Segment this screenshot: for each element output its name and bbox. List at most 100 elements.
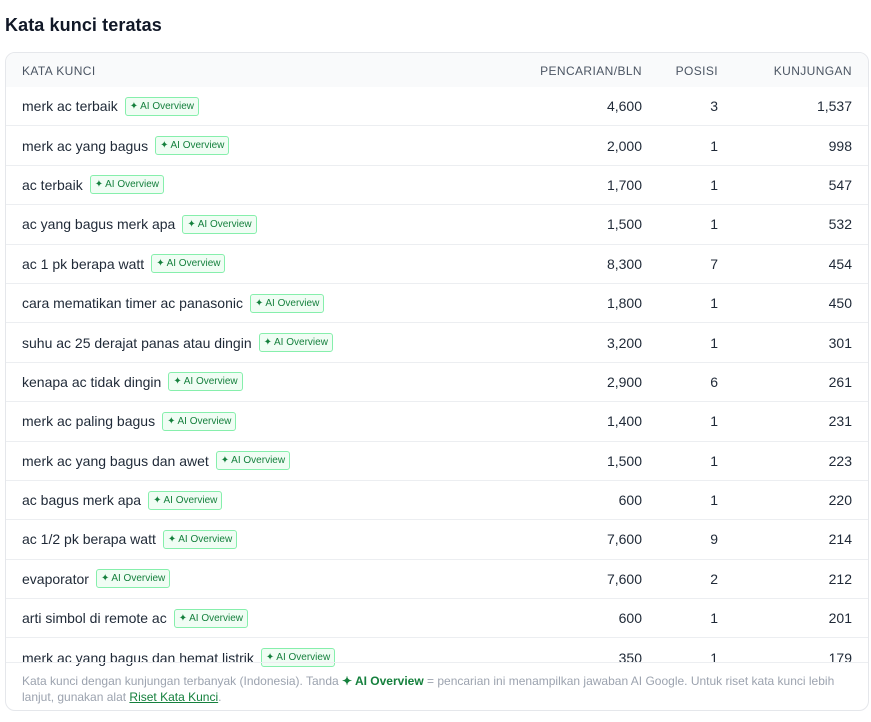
- table-footnote: Kata kunci dengan kunjungan terbanyak (I…: [6, 662, 868, 710]
- keyword-text[interactable]: suhu ac 25 derajat panas atau dingin: [22, 335, 252, 351]
- keyword-text[interactable]: evaporator: [22, 571, 89, 587]
- ai-overview-badge-label: AI Overview: [177, 415, 232, 427]
- keyword-cell: merk ac yang bagus dan awet ✦ AI Overview: [22, 442, 291, 480]
- ai-overview-badge: ✦ AI Overview: [168, 372, 243, 392]
- keyword-text[interactable]: ac 1/2 pk berapa watt: [22, 531, 156, 547]
- position-cell: 1: [710, 452, 718, 469]
- keyword-cell: ac 1/2 pk berapa watt ✦ AI Overview: [22, 520, 238, 558]
- searches-cell: 2,000: [606, 137, 642, 154]
- ai-overview-badge: ✦ AI Overview: [258, 333, 333, 353]
- visits-cell: 212: [828, 570, 852, 587]
- sparkle-icon: ✦: [255, 297, 264, 309]
- keyword-cell: ac 1 pk berapa watt ✦ AI Overview: [22, 245, 226, 283]
- keyword-text[interactable]: arti simbol di remote ac: [22, 610, 167, 626]
- keyword-cell: suhu ac 25 derajat panas atau dingin ✦ AI …: [22, 323, 333, 361]
- ai-overview-badge: ✦ AI Overview: [95, 569, 171, 589]
- footnote-text-before: Kata kunci dengan kunjungan terbanyak (I…: [22, 674, 343, 688]
- ai-overview-badge-label: AI Overview: [163, 494, 218, 506]
- table-row: cara mematikan timer ac panasonic ✦ AI Ove…: [6, 282, 868, 322]
- keyword-text[interactable]: merk ac yang bagus: [22, 138, 148, 154]
- table-row: merk ac paling bagus ✦ AI Overview 1,400 1 23…: [6, 401, 868, 440]
- visits-cell: 450: [828, 295, 852, 312]
- ai-overview-badge: ✦ AI Overview: [124, 96, 199, 116]
- keyword-text[interactable]: cara mematikan timer ac panasonic: [22, 295, 243, 311]
- position-cell: 1: [710, 610, 718, 627]
- visits-cell: 454: [828, 255, 852, 272]
- keyword-text[interactable]: ac terbaik: [22, 177, 83, 193]
- position-cell: 2: [710, 570, 718, 587]
- position-cell: 1: [710, 334, 718, 351]
- visits-cell: 1,537: [816, 98, 852, 115]
- visits-cell: 532: [828, 216, 852, 233]
- searches-cell: 2,900: [606, 373, 642, 390]
- keyword-text[interactable]: merk ac yang bagus dan awet: [22, 453, 209, 469]
- ai-overview-badge-label: AI Overview: [166, 258, 221, 270]
- keyword-cell: evaporator ✦ AI Overview: [22, 560, 171, 598]
- ai-overview-badge: ✦ AI Overview: [148, 490, 223, 510]
- searches-cell: 1,700: [606, 176, 642, 193]
- table-row: kenapa ac tidak dingin ✦ AI Overview 2,900 6…: [6, 361, 868, 401]
- keyword-text[interactable]: merk ac paling bagus: [22, 413, 155, 429]
- table-row: ac 1 pk berapa watt ✦ AI Overview 8,300 7 454: [6, 243, 868, 283]
- visits-cell: 261: [828, 373, 852, 390]
- table-row: merk ac yang bagus ✦ AI Overview 2,000 1 998: [6, 125, 868, 164]
- searches-cell: 600: [618, 492, 642, 509]
- ai-overview-badge: ✦ AI Overview: [250, 293, 325, 313]
- table-row: ac yang bagus merk apa ✦ AI Overview 1,500 1…: [6, 204, 868, 243]
- ai-overview-badge-label: AI Overview: [105, 179, 159, 191]
- sparkle-icon: ✦: [153, 494, 162, 506]
- ai-overview-badge-label: AI Overview: [140, 100, 194, 112]
- table-row: arti simbol di remote ac ✦ AI Overview 600 1…: [6, 598, 868, 637]
- keyword-cell: ac terbaik ✦ AI Overview: [22, 166, 164, 204]
- visits-cell: 214: [828, 531, 852, 548]
- footnote-ai-overview-label: ✦ AI Overview: [342, 674, 424, 688]
- table-row: ac bagus merk apa ✦ AI Overview 600 1 220: [6, 479, 868, 519]
- searches-cell: 1,400: [606, 413, 642, 430]
- keyword-text[interactable]: merk ac terbaik: [22, 98, 118, 114]
- ai-overview-badge-label: AI Overview: [197, 218, 252, 230]
- sparkle-icon: ✦: [100, 573, 110, 585]
- searches-cell: 1,500: [606, 216, 642, 233]
- searches-cell: 4,600: [606, 98, 642, 115]
- header-searches: PENCARIAN/BLN: [540, 64, 642, 78]
- ai-overview-badge-label: AI Overview: [274, 337, 328, 349]
- table-row: suhu ac 25 derajat panas atau dingin ✦ AI …: [6, 322, 868, 361]
- ai-overview-badge: ✦ AI Overview: [162, 411, 237, 431]
- searches-cell: 1,500: [606, 452, 642, 469]
- position-cell: 6: [710, 373, 718, 390]
- visits-cell: 301: [828, 334, 852, 351]
- keyword-text[interactable]: ac 1 pk berapa watt: [22, 256, 144, 272]
- searches-cell: 7,600: [606, 531, 642, 548]
- table-body: merk ac terbaik ✦ AI Overview 4,600 3 1,537 me…: [6, 87, 868, 677]
- searches-cell: 600: [618, 610, 642, 627]
- sparkle-icon: ✦: [156, 258, 165, 270]
- ai-overview-badge: ✦ AI Overview: [173, 608, 249, 628]
- ai-overview-badge: ✦ AI Overview: [215, 451, 291, 471]
- position-cell: 1: [710, 216, 718, 233]
- visits-cell: 201: [828, 610, 852, 627]
- sparkle-icon: ✦: [178, 612, 188, 624]
- footnote-text-after: .: [218, 690, 222, 704]
- ai-overview-badge-label: AI Overview: [189, 612, 244, 624]
- visits-cell: 998: [828, 137, 852, 154]
- keyword-research-link[interactable]: Riset Kata Kunci: [129, 690, 218, 704]
- position-cell: 7: [710, 255, 718, 272]
- searches-cell: 7,600: [606, 570, 642, 587]
- keyword-cell: kenapa ac tidak dingin ✦ AI Overview: [22, 363, 243, 401]
- page-title: Kata kunci teratas: [5, 15, 162, 35]
- sparkle-icon: ✦: [129, 100, 139, 112]
- sparkle-icon: ✦: [220, 455, 230, 467]
- keyword-text[interactable]: kenapa ac tidak dingin: [22, 374, 161, 390]
- keyword-text[interactable]: ac yang bagus merk apa: [22, 216, 175, 232]
- ai-overview-badge: ✦ AI Overview: [182, 214, 257, 234]
- keyword-text[interactable]: ac bagus merk apa: [22, 492, 141, 508]
- keyword-cell: merk ac paling bagus ✦ AI Overview: [22, 402, 237, 440]
- visits-cell: 231: [828, 413, 852, 430]
- sparkle-icon: ✦: [160, 140, 169, 152]
- position-cell: 1: [710, 176, 718, 193]
- keyword-cell: ac bagus merk apa ✦ AI Overview: [22, 481, 223, 519]
- sparkle-icon: ✦: [167, 533, 177, 545]
- searches-cell: 3,200: [606, 334, 642, 351]
- ai-overview-badge: ✦ AI Overview: [151, 254, 226, 274]
- ai-overview-badge-label: AI Overview: [265, 297, 320, 309]
